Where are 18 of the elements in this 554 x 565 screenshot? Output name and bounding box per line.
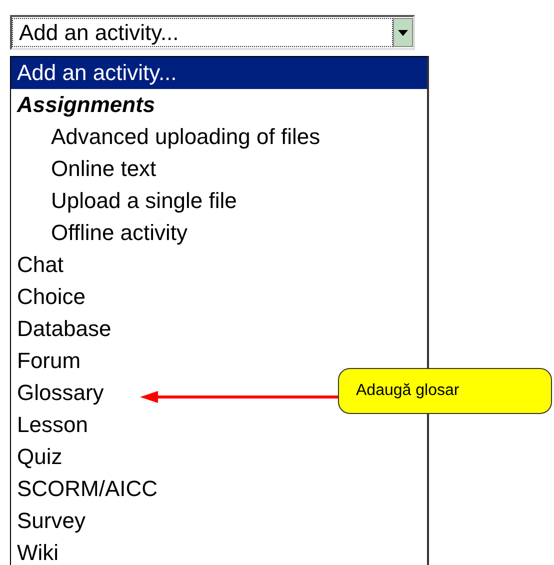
dropdown-value: Add an activity... xyxy=(12,18,393,47)
dropdown-option[interactable]: Wiki xyxy=(11,537,427,565)
dropdown-option[interactable]: Online text xyxy=(11,153,427,185)
dropdown-option[interactable]: Advanced uploading of files xyxy=(11,121,427,153)
dropdown-option[interactable]: Database xyxy=(11,313,427,345)
activity-dropdown[interactable]: Add an activity... xyxy=(10,15,415,50)
callout-tooltip: Adaugă glosar xyxy=(338,368,552,414)
dropdown-option[interactable]: Offline activity xyxy=(11,217,427,249)
dropdown-option[interactable]: Chat xyxy=(11,249,427,281)
dropdown-option[interactable]: Choice xyxy=(11,281,427,313)
dropdown-option[interactable]: Upload a single file xyxy=(11,185,427,217)
dropdown-option[interactable]: Survey xyxy=(11,505,427,537)
caret-icon xyxy=(398,30,408,36)
dropdown-option[interactable]: SCORM/AICC xyxy=(11,473,427,505)
dropdown-button[interactable] xyxy=(393,18,413,47)
dropdown-option[interactable]: Quiz xyxy=(11,441,427,473)
dropdown-option: Assignments xyxy=(11,89,427,121)
dropdown-option[interactable]: Add an activity... xyxy=(11,57,427,89)
